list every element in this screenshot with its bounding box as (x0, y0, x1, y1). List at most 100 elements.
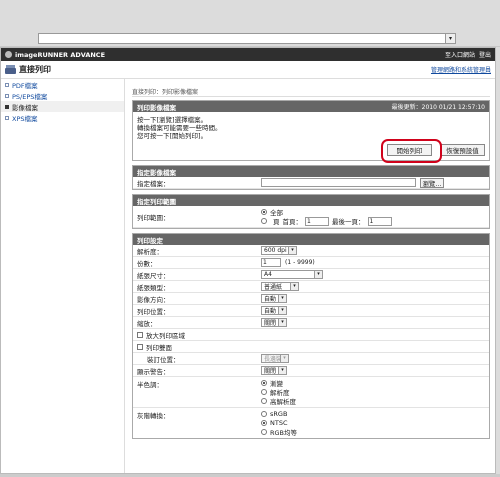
printer-icon (5, 65, 16, 74)
sidebar-item-image[interactable]: 影像檔案 (1, 101, 124, 112)
app-title-bar: 直接列印 管理網路和系統管理員 (1, 61, 495, 79)
sidebar-item-label: 影像檔案 (12, 103, 38, 112)
chevron-down-icon: ▾ (290, 283, 298, 290)
chevron-down-icon: ▾ (278, 307, 286, 314)
copies-hint: (1 - 9999) (285, 259, 315, 266)
resolution-value: 600 dpi (264, 247, 287, 254)
browser-toolbar: ▾ (0, 0, 500, 47)
color-conversion-label: 灰階轉換： (137, 412, 170, 420)
warning-select[interactable]: 關閉 ▾ (261, 366, 287, 375)
range-label: 列印範圍： (137, 213, 170, 222)
position-select[interactable]: 自動 ▾ (261, 306, 287, 315)
last-page-label: 最後一頁： (332, 218, 365, 226)
duplex-label: 列印雙面 (146, 343, 172, 352)
paper-size-label: 紙張尺寸： (137, 271, 170, 280)
warning-value: 關閉 (264, 368, 277, 375)
browse-button[interactable]: 瀏覽... (420, 177, 444, 188)
file-section: 指定影像檔案 指定檔案： 瀏覽... (132, 165, 490, 190)
enlarge-label: 放大列印區域 (146, 331, 185, 340)
conversion-radio-srgb[interactable] (261, 411, 267, 417)
print-image-panel: 列印影像檔案 最後更新：2010 01/21 12:57:10 按一下[瀏覽]選… (132, 100, 490, 163)
conversion-radio-rgb-equal[interactable] (261, 429, 267, 435)
option-pages-label: 頁 (273, 218, 280, 226)
chevron-down-icon: ▾ (278, 367, 286, 374)
chevron-down-icon: ▾ (280, 355, 288, 362)
halftone-radio-resolution[interactable] (261, 389, 267, 395)
portal-link[interactable]: 至入口網站 (445, 50, 475, 59)
main-content: 直接列印：列印影像檔案 列印影像檔案 最後更新：2010 01/21 12:57… (125, 79, 495, 473)
section-title: 指定影像檔案 (137, 168, 176, 177)
panel-title: 列印影像檔案 (137, 103, 176, 112)
conversion-radio-ntsc[interactable] (261, 420, 267, 426)
radio-all[interactable] (261, 209, 267, 215)
binding-label: 裝訂位置： (147, 355, 180, 364)
halftone-option-label: 高解析度 (270, 398, 296, 406)
instruction-line: 轉換檔案可能需要一些時間。 (137, 124, 222, 132)
bullet-icon (5, 115, 9, 120)
top-header: imageRUNNER ADVANCE 至入口網站 登出 (1, 48, 495, 61)
admin-link[interactable]: 管理網路和系統管理員 (431, 65, 491, 74)
copies-label: 份數： (137, 259, 157, 268)
position-label: 列印位置： (137, 307, 170, 316)
conversion-option-label: NTSC (270, 419, 288, 427)
chevron-down-icon: ▾ (314, 271, 322, 278)
conversion-option-label: RGB均等 (270, 429, 298, 437)
print-settings-section: 列印設定 解析度： 600 dpi ▾ 份數： 1 (1 - 9999) 紙張尺寸… (132, 233, 490, 439)
zoom-label: 縮放： (137, 319, 157, 328)
orientation-label: 影像方向： (137, 295, 170, 304)
warning-label: 顯示警告： (137, 367, 170, 376)
enlarge-checkbox[interactable] (137, 331, 143, 338)
halftone-label: 半色調： (137, 381, 163, 389)
bullet-icon (5, 104, 9, 109)
position-value: 自動 (264, 308, 277, 315)
resolution-select[interactable]: 600 dpi ▾ (261, 246, 297, 255)
first-page-input[interactable]: 1 (305, 216, 329, 226)
resolution-label: 解析度： (137, 247, 163, 256)
sidebar-item-label: PDF檔案 (12, 81, 38, 90)
first-page-label: 首頁： (282, 218, 303, 226)
orientation-select[interactable]: 自動 ▾ (261, 294, 287, 303)
chevron-down-icon: ▾ (278, 319, 286, 326)
logout-link[interactable]: 登出 (479, 50, 491, 59)
section-title: 指定列印範圍 (137, 197, 176, 206)
binding-select[interactable]: 長邊裝 ▾ (261, 354, 289, 363)
copies-input[interactable]: 1 (261, 258, 281, 267)
chevron-down-icon: ▾ (288, 247, 296, 254)
remote-ui-frame: imageRUNNER ADVANCE 至入口網站 登出 直接列印 管理網路和系… (0, 47, 496, 474)
sidebar-item-label: PS/EPS檔案 (12, 92, 48, 101)
paper-size-select[interactable]: A4 ▾ (261, 270, 323, 279)
zoom-select[interactable]: 關閉 ▾ (261, 318, 287, 327)
file-label: 指定檔案： (137, 179, 170, 188)
paper-type-value: 普通紙 (264, 284, 283, 291)
restore-defaults-button[interactable]: 恢復預設值 (440, 144, 485, 156)
section-title: 列印設定 (137, 236, 163, 245)
sidebar-item-label: XPS檔案 (12, 114, 38, 123)
sidebar-item-xps[interactable]: XPS檔案 (1, 112, 124, 123)
duplex-checkbox[interactable] (137, 343, 143, 350)
sidebar-item-pdf[interactable]: PDF檔案 (1, 79, 124, 90)
chevron-down-icon: ▾ (278, 295, 286, 302)
highlight-circle (381, 139, 442, 163)
address-bar[interactable]: ▾ (38, 33, 456, 44)
last-updated: 最後更新：2010 01/21 12:57:10 (391, 104, 485, 111)
chevron-down-icon[interactable]: ▾ (445, 34, 455, 43)
zoom-value: 關閉 (264, 320, 277, 327)
bullet-icon (5, 93, 9, 98)
sidebar-item-ps-eps[interactable]: PS/EPS檔案 (1, 90, 124, 101)
range-section: 指定列印範圍 列印範圍： 全部 頁 首頁： 1 最後一頁： 1 (132, 194, 490, 229)
orientation-value: 自動 (264, 296, 277, 303)
halftone-radio-gradation[interactable] (261, 380, 267, 386)
page-title: 直接列印 (19, 65, 51, 74)
instruction-line: 按一下[瀏覽]選擇檔案。 (137, 116, 208, 124)
sidebar: PDF檔案 PS/EPS檔案 影像檔案 XPS檔案 (1, 79, 125, 473)
logo-icon (5, 51, 12, 58)
paper-type-select[interactable]: 普通紙 ▾ (261, 282, 299, 291)
bullet-icon (5, 82, 9, 87)
paper-type-label: 紙張類型： (137, 283, 170, 292)
conversion-option-label: sRGB (270, 410, 288, 418)
start-print-button[interactable]: 開始列印 (381, 139, 442, 163)
last-page-input[interactable]: 1 (367, 216, 392, 226)
radio-pages[interactable] (261, 218, 267, 224)
file-path-input[interactable] (261, 178, 416, 187)
halftone-radio-high-resolution[interactable] (261, 398, 267, 404)
